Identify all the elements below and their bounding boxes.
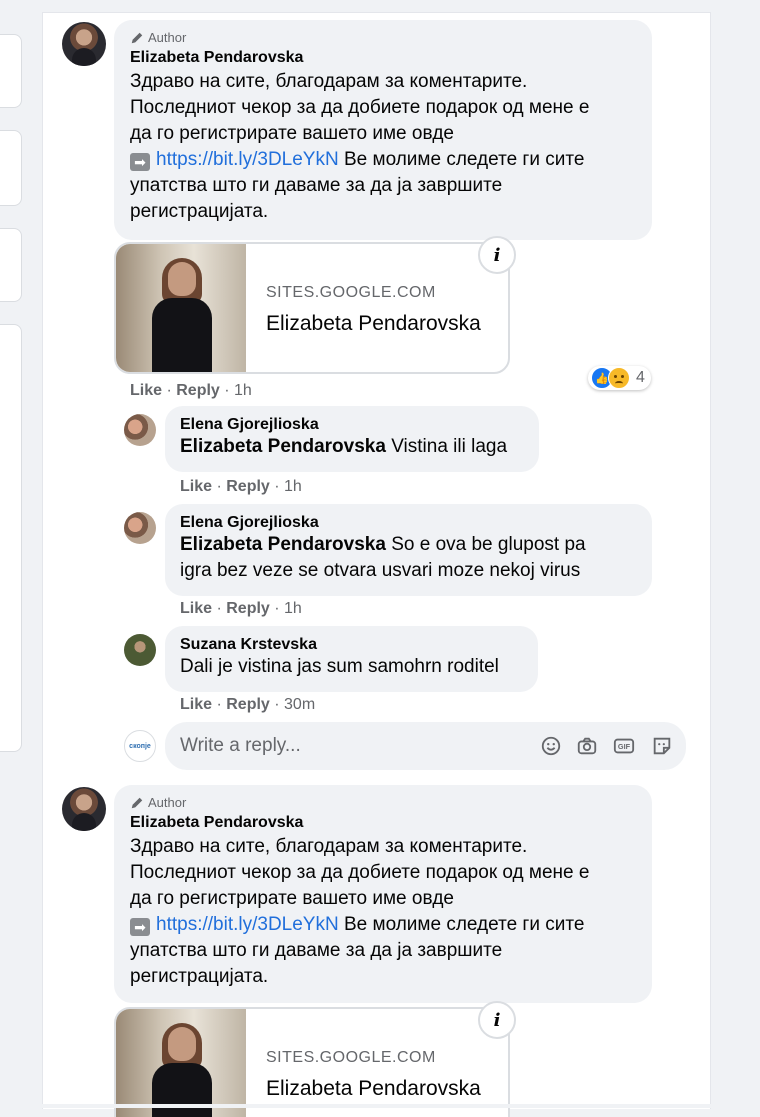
reply-actions: Like · Reply · 1h [180, 478, 302, 495]
preview-domain: SITES.GOOGLE.COM [266, 1049, 436, 1066]
comment-link[interactable]: https://bit.ly/3DLeYkN [156, 149, 339, 170]
reply-button[interactable]: Reply [176, 382, 220, 399]
pen-icon [131, 797, 143, 808]
reply-placeholder: Write a reply... [180, 735, 301, 756]
arrow-right-icon: ➡ [130, 918, 150, 936]
bottom-edge [0, 1104, 760, 1108]
reply-bubble: Elena Gjorejlioska Elizabeta Pendarovska… [165, 406, 539, 472]
comment-line: Последниот чекор за да добиете подарок о… [130, 97, 590, 118]
arrow-right-icon: ➡ [130, 153, 150, 171]
right-rail [710, 0, 760, 1108]
comment-line-rest: Ве молиме следете ги сите [338, 149, 585, 170]
info-icon[interactable]: i [478, 1001, 516, 1039]
current-user-avatar[interactable]: скопје [124, 730, 156, 762]
comment-text: Здраво на сите, благодарам за коментарит… [130, 834, 636, 990]
reaction-count: 4 [636, 369, 645, 386]
author-tag-label: Author [148, 795, 187, 810]
comment-line: Здраво на сите, благодарам за коментарит… [130, 71, 528, 92]
reply-actions: Like · Reply · 1h [180, 600, 302, 617]
reply-author-name[interactable]: Elena Gjorejlioska [180, 514, 637, 532]
preview-image [116, 244, 246, 372]
comment-line: упатства што ги даваме за да ја завршите [130, 175, 503, 196]
comment-line: Здраво на сите, благодарам за коментарит… [130, 836, 528, 857]
left-card [0, 34, 22, 108]
reply-bubble: Suzana Krstevska Dali je vistina jas sum… [165, 626, 538, 692]
sticker-icon[interactable] [650, 734, 674, 758]
author-badge: Author [130, 30, 636, 45]
reply-button[interactable]: Reply [226, 600, 270, 617]
reply-text: Dali je vistina jas sum samohrn roditel [180, 656, 499, 677]
left-rail [0, 0, 42, 1108]
reply-text: Elizabeta Pendarovska So e ova be glupos… [180, 532, 637, 558]
comment-line: упатства што ги даваме за да ја завршите [130, 940, 503, 961]
reply-input[interactable]: Write a reply... GIF [165, 722, 686, 770]
info-icon[interactable]: i [478, 236, 516, 274]
comment-line: Последниот чекор за да добиете подарок о… [130, 862, 590, 883]
comment-timestamp[interactable]: 1h [234, 382, 252, 399]
reply-timestamp[interactable]: 30m [284, 696, 315, 713]
mention-link[interactable]: Elizabeta Pendarovska [180, 436, 386, 457]
reply-author-name[interactable]: Suzana Krstevska [180, 636, 523, 654]
preview-title: Elizabeta Pendarovska [266, 312, 481, 335]
author-avatar[interactable] [62, 22, 106, 66]
comment-line: да го регистрирате вашето име овде [130, 888, 454, 909]
reaction-summary[interactable]: 👍 4 [588, 366, 651, 390]
link-preview[interactable]: SITES.GOOGLE.COM Elizabeta Pendarovska [114, 1007, 510, 1117]
sad-reaction-icon [608, 367, 630, 389]
svg-text:GIF: GIF [618, 742, 631, 751]
comment-line: регистрацијата. [130, 966, 269, 987]
comment-line: ➡ https://bit.ly/3DLeYkN Ве молиме следет… [130, 147, 636, 173]
camera-icon[interactable] [575, 734, 599, 758]
author-avatar[interactable] [62, 787, 106, 831]
reply-avatar[interactable] [124, 512, 156, 544]
comment-line-rest: Ве молиме следете ги сите [338, 914, 585, 935]
comment-line: да го регистрирате вашето име овде [130, 123, 454, 144]
like-button[interactable]: Like [180, 696, 212, 713]
left-card [0, 324, 22, 752]
mention-link[interactable]: Elizabeta Pendarovska [180, 534, 386, 555]
like-button[interactable]: Like [130, 382, 162, 399]
commenter-name[interactable]: Elizabeta Pendarovska [130, 814, 636, 832]
preview-domain: SITES.GOOGLE.COM [266, 284, 436, 301]
reply-button[interactable]: Reply [226, 478, 270, 495]
left-card [0, 228, 22, 302]
reply-text-rest: Vistina ili laga [385, 436, 508, 457]
reply-timestamp[interactable]: 1h [284, 478, 302, 495]
reply-text: Elizabeta Pendarovska Vistina ili laga [180, 434, 524, 460]
preview-title: Elizabeta Pendarovska [266, 1077, 481, 1100]
comment-bubble: Author Elizabeta Pendarovska Здраво на с… [114, 785, 652, 1003]
left-card [0, 130, 22, 206]
comment-line: регистрацијата. [130, 201, 269, 222]
link-preview[interactable]: SITES.GOOGLE.COM Elizabeta Pendarovska [114, 242, 510, 374]
reply-button[interactable]: Reply [226, 696, 270, 713]
pen-icon [131, 32, 143, 43]
commenter-name[interactable]: Elizabeta Pendarovska [130, 49, 636, 67]
like-button[interactable]: Like [180, 600, 212, 617]
comment-link[interactable]: https://bit.ly/3DLeYkN [156, 914, 339, 935]
reply-timestamp[interactable]: 1h [284, 600, 302, 617]
reply-actions: Like · Reply · 30m [180, 696, 316, 713]
comment-actions: Like · Reply · 1h [130, 382, 252, 399]
reply-text-rest: So e ova be glupost pa [385, 534, 586, 555]
reply-author-name[interactable]: Elena Gjorejlioska [180, 416, 524, 434]
comment-bubble: Author Elizabeta Pendarovska Здраво на с… [114, 20, 652, 240]
author-badge: Author [130, 795, 636, 810]
gif-icon[interactable]: GIF [612, 734, 636, 758]
emoji-icon[interactable] [539, 734, 563, 758]
preview-image [116, 1009, 246, 1117]
reply-bubble: Elena Gjorejlioska Elizabeta Pendarovska… [165, 504, 652, 596]
reply-avatar[interactable] [124, 414, 156, 446]
author-tag-label: Author [148, 30, 187, 45]
comment-text: Здраво на сите, благодарам за коментарит… [130, 69, 636, 225]
like-button[interactable]: Like [180, 478, 212, 495]
reply-avatar[interactable] [124, 634, 156, 666]
reply-text-line2: igra bez veze se otvara usvari moze neko… [180, 560, 581, 581]
comment-line: ➡ https://bit.ly/3DLeYkN Ве молиме следет… [130, 912, 636, 938]
